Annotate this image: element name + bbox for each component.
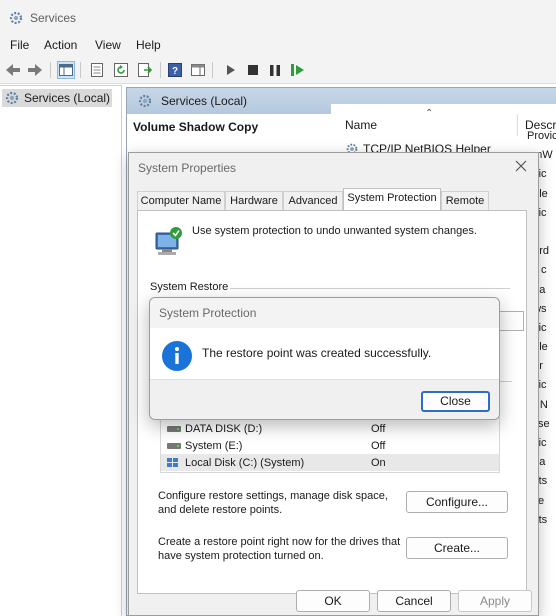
back-icon[interactable]	[4, 61, 22, 79]
drive-icon	[167, 425, 181, 432]
tab-advanced[interactable]: Advanced	[283, 191, 343, 211]
drive-row-d[interactable]: DATA DISK (D:) Off	[161, 420, 499, 437]
start-service-icon[interactable]	[222, 61, 240, 79]
export-list-icon[interactable]	[136, 61, 154, 79]
toolbar-separator	[50, 62, 51, 78]
properties-icon[interactable]	[88, 61, 106, 79]
info-icon	[162, 341, 192, 371]
menu-help[interactable]: Help	[136, 38, 161, 52]
close-button[interactable]: Close	[421, 391, 490, 412]
drive-icon	[167, 442, 181, 449]
stop-service-icon[interactable]	[244, 61, 262, 79]
menu-action[interactable]: Action	[44, 38, 77, 52]
menu-view[interactable]: View	[95, 38, 121, 52]
show-console-tree-icon[interactable]	[57, 61, 75, 79]
selected-service-title: Volume Shadow Copy	[133, 120, 259, 134]
drive-row-e[interactable]: System (E:) Off	[161, 437, 499, 454]
pane-header-label: Services (Local)	[161, 94, 248, 108]
drive-status: Off	[371, 439, 386, 452]
gear-icon	[138, 94, 152, 108]
toolbar: ?	[0, 56, 556, 84]
dialog-title: System Properties	[138, 161, 237, 175]
configure-button[interactable]: Configure...	[406, 491, 508, 513]
tab-system-protection[interactable]: System Protection	[343, 188, 441, 211]
gear-icon	[9, 11, 23, 25]
close-icon[interactable]	[514, 159, 528, 173]
column-header-name[interactable]: Name	[345, 118, 377, 138]
tree-item-label: Services (Local)	[24, 91, 111, 105]
drive-status: Off	[371, 422, 386, 435]
toolbar-separator	[212, 62, 213, 78]
column-divider[interactable]	[517, 114, 518, 136]
tree-item-services-local[interactable]: Services (Local)	[2, 89, 112, 107]
drive-row-c[interactable]: Local Disk (C:) (System) On	[161, 454, 499, 471]
ok-button[interactable]: OK	[296, 590, 370, 612]
show-action-pane-icon[interactable]	[189, 61, 207, 79]
toolbar-separator	[80, 62, 81, 78]
message-box-titlebar: System Protection	[150, 298, 499, 328]
system-protection-icon	[155, 227, 182, 255]
svg-text:?: ?	[172, 66, 178, 77]
tab-hardware[interactable]: Hardware	[225, 191, 283, 211]
gear-icon	[5, 91, 19, 105]
console-tree: Services (Local)	[0, 85, 122, 616]
window-title: Services	[30, 11, 77, 25]
create-button[interactable]: Create...	[406, 537, 508, 559]
menu-bar: File Action View Help	[0, 34, 556, 56]
system-restore-button[interactable]	[496, 311, 524, 331]
restart-service-icon[interactable]	[289, 61, 307, 79]
drive-name: DATA DISK (D:)	[185, 422, 263, 435]
menu-file[interactable]: File	[10, 38, 29, 52]
pause-service-icon[interactable]	[266, 61, 284, 79]
forward-icon[interactable]	[26, 61, 44, 79]
drive-name: Local Disk (C:) (System)	[185, 456, 305, 469]
services-titlebar: Services	[0, 0, 556, 34]
cancel-button[interactable]: Cancel	[377, 590, 451, 612]
message-box-footer: Close	[150, 379, 499, 419]
help-icon[interactable]: ?	[166, 61, 184, 79]
system-restore-label: System Restore	[150, 281, 229, 293]
system-protection-message-box: System Protection The restore point was …	[149, 297, 500, 420]
toolbar-separator	[160, 62, 161, 78]
configure-description: Configure restore settings, manage disk …	[158, 490, 388, 516]
apply-button[interactable]: Apply	[458, 590, 532, 612]
drive-status: On	[371, 456, 386, 469]
drive-name: System (E:)	[185, 439, 243, 452]
group-divider	[230, 288, 510, 289]
drive-list: DATA DISK (D:) Off System (E:) Off Local…	[160, 417, 500, 473]
tab-remote[interactable]: Remote	[441, 191, 489, 211]
refresh-icon[interactable]	[112, 61, 130, 79]
message-box-title: System Protection	[159, 306, 257, 320]
tab-computer-name[interactable]: Computer Name	[137, 191, 225, 211]
message-text: The restore point was created successful…	[202, 346, 432, 360]
create-description: Create a restore point right now for the…	[158, 536, 401, 562]
protection-description: Use system protection to undo unwanted s…	[192, 225, 477, 237]
description-cell: Provic	[527, 130, 556, 142]
sort-ascending-icon: ⌃	[425, 108, 434, 119]
windows-drive-icon	[167, 457, 178, 467]
